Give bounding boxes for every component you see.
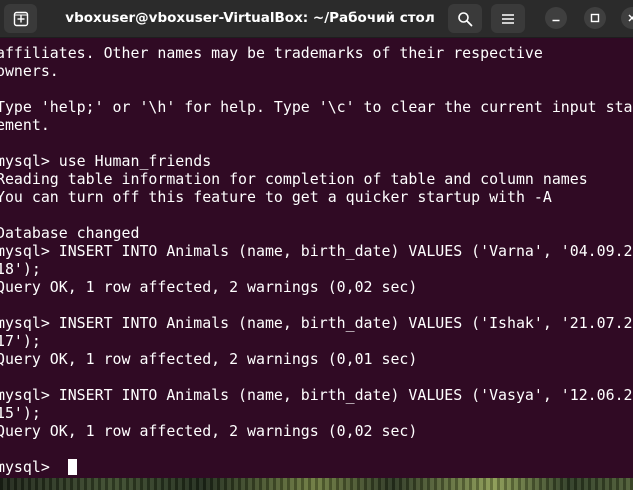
terminal-line: You can turn off this feature to get a q… (0, 188, 552, 206)
terminal-line: ement. (0, 116, 50, 134)
terminal-line: mysql> INSERT INTO Animals (name, birth_… (0, 386, 633, 404)
terminal-line: mysql> use Human_friends (0, 152, 212, 170)
terminal-line: affiliates. Other names may be trademark… (0, 44, 543, 62)
terminal-output[interactable]: affiliates. Other names may be trademark… (0, 38, 633, 478)
hamburger-menu-icon (502, 13, 514, 24)
terminal-line: Reading table information for completion… (0, 170, 588, 188)
terminal-line: Query OK, 1 row affected, 2 warnings (0,… (0, 350, 418, 368)
search-button[interactable] (448, 4, 482, 33)
terminal-line: mysql> INSERT INTO Animals (name, birth_… (0, 242, 633, 260)
minimize-button[interactable] (545, 7, 567, 29)
title-bar[interactable]: vboxuser@vboxuser-VirtualBox: ~/Рабочий … (0, 0, 633, 38)
new-tab-button[interactable] (4, 4, 37, 33)
terminal-line: 15'); (0, 404, 41, 422)
terminal-line: Type 'help;' or '\h' for help. Type '\c'… (0, 98, 633, 116)
text-cursor (67, 459, 77, 475)
terminal-line: 18'); (0, 260, 41, 278)
new-tab-icon (13, 11, 28, 26)
window-title: vboxuser@vboxuser-VirtualBox: ~/Рабочий … (65, 10, 435, 26)
minimize-icon (552, 19, 560, 22)
search-icon (458, 11, 473, 26)
terminal-line: 17'); (0, 332, 41, 350)
desktop-wallpaper (0, 478, 633, 490)
terminal-window: vboxuser@vboxuser-VirtualBox: ~/Рабочий … (0, 0, 633, 490)
terminal-line: owners. (0, 62, 59, 80)
terminal-line: Query OK, 1 row affected, 2 warnings (0,… (0, 278, 418, 296)
close-button[interactable] (621, 7, 633, 29)
maximize-button[interactable] (584, 7, 606, 29)
terminal-prompt-line[interactable]: mysql> (0, 458, 77, 476)
menu-button[interactable] (491, 4, 525, 33)
terminal-line: Database changed (0, 224, 140, 242)
mysql-prompt: mysql> (0, 458, 59, 476)
maximize-icon (590, 13, 600, 23)
close-icon (628, 14, 633, 22)
terminal-line: Query OK, 1 row affected, 2 warnings (0,… (0, 422, 418, 440)
terminal-line: mysql> INSERT INTO Animals (name, birth_… (0, 314, 633, 332)
